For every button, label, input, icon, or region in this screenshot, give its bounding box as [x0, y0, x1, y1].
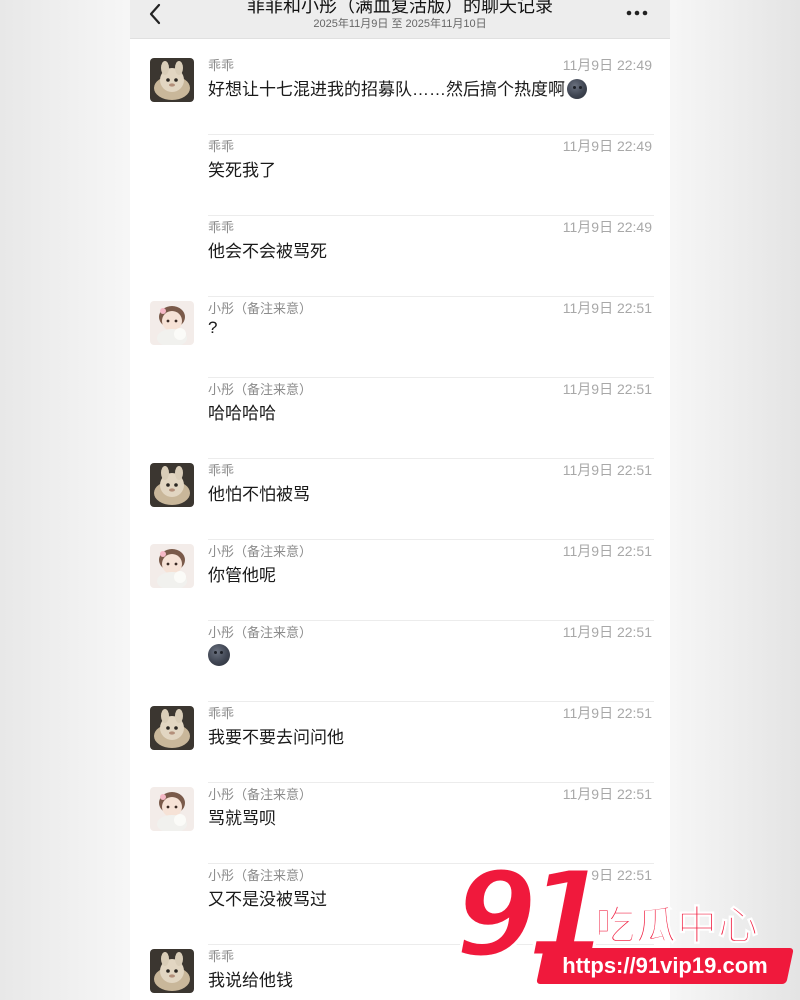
back-button[interactable] [146, 2, 166, 26]
message-text[interactable]: 你管他呢 [208, 561, 276, 586]
message-emoji[interactable] [208, 644, 230, 667]
avatar-xiaotong[interactable] [150, 544, 194, 588]
sender-name: 乖乖 [208, 706, 235, 721]
avatar-guaiguai[interactable] [150, 949, 194, 993]
watermark-url-badge: https://91vip19.com [536, 948, 794, 984]
message-row[interactable]: 乖乖 11月9日 22:51 他怕不怕被骂 [130, 458, 670, 540]
message-text[interactable]: 笑死我了 [208, 156, 276, 181]
message-row[interactable]: 小彤（备注来意） 11月9日 22:51 哈哈哈哈 [130, 377, 670, 459]
more-dots-icon [626, 10, 648, 16]
avatar-guaiguai[interactable] [150, 463, 194, 507]
message-text[interactable]: 他会不会被骂死 [208, 237, 327, 262]
message-time: 11月9日 22:51 [562, 462, 652, 478]
avatar-guaiguai[interactable] [150, 706, 194, 750]
date-range: 2025年11月9日 至 2025年11月10日 [313, 18, 487, 30]
site-watermark: 91 吃瓜中心 https://91vip19.com [453, 854, 800, 1000]
sender-name: 小彤（备注来意） [208, 382, 313, 397]
message-row[interactable]: 乖乖 11月9日 22:51 我要不要去问问他 [130, 701, 670, 783]
message-time: 11月9日 22:49 [562, 57, 652, 73]
message-time: 11月9日 22:51 [562, 705, 652, 721]
avatar-guaiguai[interactable] [150, 58, 194, 102]
message-time: 11月9日 22:49 [562, 219, 652, 235]
watermark-logo-text: 吃瓜中心 [595, 904, 759, 949]
sender-name: 小彤（备注来意） [208, 868, 313, 883]
sender-name: 小彤（备注来意） [208, 787, 313, 802]
sender-name: 乖乖 [208, 139, 235, 154]
sender-name: 小彤（备注来意） [208, 625, 313, 640]
watermark-url: https://91vip19.com [562, 953, 768, 978]
message-time: 11月9日 22:51 [562, 786, 652, 802]
more-button[interactable] [624, 3, 650, 21]
message-text[interactable]: 哈哈哈哈 [208, 399, 276, 424]
message-text[interactable]: 骂就骂呗 [208, 804, 276, 829]
message-row[interactable]: 乖乖 11月9日 22:49 笑死我了 [130, 134, 670, 216]
avatar-xiaotong[interactable] [150, 301, 194, 345]
message-row[interactable]: 乖乖 11月9日 22:49 他会不会被骂死 [130, 215, 670, 297]
message-time: 11月9日 22:51 [562, 543, 652, 559]
sender-name: 乖乖 [208, 220, 235, 235]
sender-name: 乖乖 [208, 463, 235, 478]
message-text[interactable]: 我要不要去问问他 [208, 723, 344, 748]
message-text-content: 好想让十七混进我的招募队……然后搞个热度啊 [208, 80, 565, 99]
message-row[interactable]: 小彤（备注来意） 11月9日 22:51 你管他呢 [130, 539, 670, 621]
new-moon-face-icon [567, 79, 587, 99]
message-time: 11月9日 22:51 [562, 381, 652, 397]
avatar-xiaotong[interactable] [150, 787, 194, 831]
sender-name: 小彤（备注来意） [208, 301, 313, 316]
message-text[interactable]: 好想让十七混进我的招募队……然后搞个热度啊 [208, 75, 587, 100]
message-row[interactable]: 乖乖 11月9日 22:49 好想让十七混进我的招募队……然后搞个热度啊 [130, 53, 670, 135]
sender-name: 小彤（备注来意） [208, 544, 313, 559]
message-text[interactable]: 我说给他钱 [208, 966, 293, 991]
message-text[interactable]: 又不是没被骂过 [208, 885, 327, 910]
message-time: 11月9日 22:51 [562, 300, 652, 316]
new-moon-face-icon [208, 644, 230, 666]
message-time: 11月9日 22:49 [562, 138, 652, 154]
message-row[interactable]: 小彤（备注来意） 11月9日 22:51 [130, 620, 670, 702]
sender-name: 乖乖 [208, 949, 235, 964]
message-row[interactable]: 小彤（备注来意） 11月9日 22:51 ? [130, 296, 670, 378]
message-text[interactable]: ? [208, 318, 217, 338]
navigation-bar: 菲菲和小彤（满血复活版）的聊天记录 2025年11月9日 至 2025年11月1… [130, 0, 670, 39]
chevron-left-icon [149, 3, 161, 25]
message-time: 11月9日 22:51 [562, 624, 652, 640]
sender-name: 乖乖 [208, 58, 235, 73]
message-text[interactable]: 他怕不怕被骂 [208, 480, 310, 505]
